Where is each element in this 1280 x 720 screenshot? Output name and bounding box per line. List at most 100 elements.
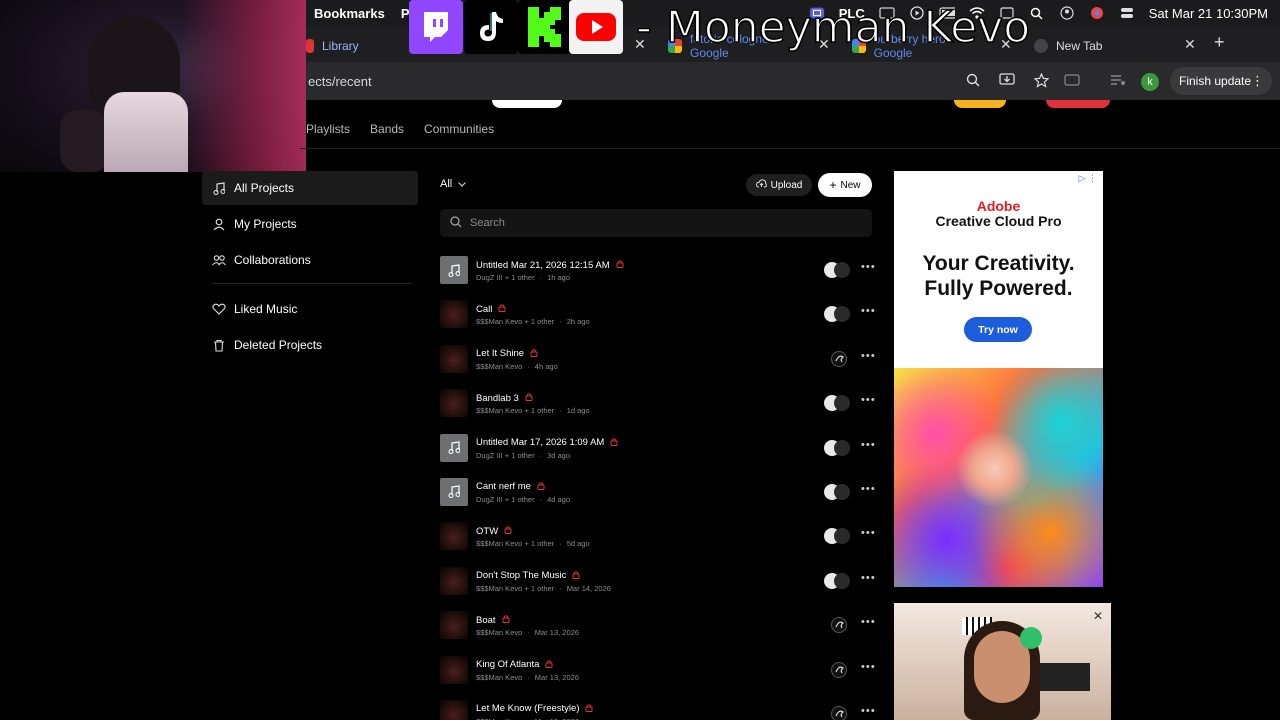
project-row[interactable]: Let It Shine $$$Man Kevo · 4h ago • • • bbox=[440, 344, 880, 389]
more-options-icon[interactable]: • • • bbox=[861, 483, 875, 495]
project-title[interactable]: Let It Shine bbox=[476, 348, 524, 359]
project-row[interactable]: King Of Atlanta $$$Man Kevo · Mar 13, 2026 •… bbox=[440, 655, 880, 700]
project-time: 1h ago bbox=[547, 273, 571, 282]
separator-dot: · bbox=[559, 539, 562, 549]
extension-icon[interactable] bbox=[1064, 73, 1080, 92]
zoom-icon[interactable] bbox=[964, 71, 982, 89]
install-app-icon[interactable] bbox=[998, 71, 1016, 89]
collaborator-avatars[interactable] bbox=[824, 483, 854, 500]
nav-playlists[interactable]: Playlists bbox=[306, 122, 350, 136]
project-time: 1d ago bbox=[566, 406, 590, 416]
project-row[interactable]: Boat $$$Man Kevo · Mar 13, 2026 • • • bbox=[440, 611, 880, 655]
mini-mixer-image bbox=[1040, 663, 1090, 691]
collaborator-avatars[interactable] bbox=[824, 395, 854, 412]
project-title-group: Don't Stop The Music bbox=[476, 570, 580, 582]
more-options-icon[interactable]: • • • bbox=[861, 661, 875, 673]
separator-dot: · bbox=[559, 406, 562, 416]
upload-button[interactable]: Upload bbox=[746, 174, 812, 196]
collaborator-avatars[interactable] bbox=[824, 705, 854, 720]
finish-update-button[interactable]: Finish update ⋮ bbox=[1170, 67, 1272, 95]
new-project-button[interactable]: + New bbox=[818, 173, 872, 197]
address-bar[interactable]: ects/recent bbox=[300, 67, 1050, 95]
sidebar-item-all-projects[interactable]: All Projects bbox=[202, 171, 418, 205]
collaborator-avatars[interactable] bbox=[824, 306, 854, 323]
project-time: Mar 13, 2026 bbox=[534, 628, 579, 638]
nav-bands[interactable]: Bands bbox=[370, 122, 404, 136]
nav-communities[interactable]: Communities bbox=[424, 122, 494, 136]
kebab-menu-icon[interactable]: ⋮ bbox=[1251, 73, 1264, 89]
project-row[interactable]: Untitled Mar 17, 2026 1:09 AM DugZ III + … bbox=[440, 433, 880, 478]
close-icon[interactable]: ✕ bbox=[1093, 609, 1103, 623]
collaborator-avatars[interactable] bbox=[824, 350, 854, 367]
collaborator-avatars[interactable] bbox=[824, 262, 854, 278]
separator-dot: · bbox=[539, 450, 543, 460]
collaborator-avatars[interactable] bbox=[824, 617, 854, 634]
project-title[interactable]: Untitled Mar 21, 2026 12:15 AM bbox=[476, 260, 610, 271]
more-options-icon[interactable]: • • • bbox=[861, 305, 875, 317]
project-row[interactable]: Bandlab 3 $$$Man Kevo + 1 other · 1d ago • •… bbox=[440, 389, 880, 433]
project-title[interactable]: Call bbox=[476, 304, 492, 315]
more-options-icon[interactable]: • • • bbox=[861, 350, 875, 362]
sidebar-item-collaborations[interactable]: Collaborations bbox=[202, 243, 418, 277]
bookmark-star-icon[interactable] bbox=[1032, 71, 1050, 89]
tab-library[interactable]: Library bbox=[306, 32, 416, 60]
project-row[interactable]: Untitled Mar 21, 2026 12:15 AM DugZ III +… bbox=[440, 256, 880, 300]
sidebar-item-liked-music[interactable]: Liked Music bbox=[202, 292, 418, 326]
close-icon[interactable]: ✕ bbox=[1184, 36, 1196, 53]
separator-dot: · bbox=[559, 583, 562, 593]
menu-bookmarks[interactable]: Bookmarks bbox=[314, 6, 385, 21]
project-title[interactable]: Cant nerf me bbox=[476, 481, 531, 492]
project-row[interactable]: Let Me Know (Freestyle)$$$Man Kevo·Mar 1… bbox=[440, 699, 880, 720]
project-row[interactable]: OTW $$$Man Kevo + 1 other · 5d ago • • • bbox=[440, 522, 880, 566]
search-input[interactable] bbox=[470, 217, 850, 229]
more-options-icon[interactable]: • • • bbox=[861, 394, 875, 406]
new-tab-plus-icon[interactable]: + bbox=[1214, 32, 1225, 53]
collaborator-avatars[interactable] bbox=[824, 661, 854, 678]
collaborator-avatars[interactable] bbox=[824, 528, 854, 545]
spotlight-search-icon[interactable] bbox=[1029, 5, 1045, 21]
ad-choices-icon[interactable]: ▷ ⋮ bbox=[1079, 173, 1097, 184]
more-options-icon[interactable]: • • • bbox=[861, 705, 875, 717]
project-title[interactable]: Bandlab 3 bbox=[476, 393, 519, 404]
sidebar-item-my-projects[interactable]: My Projects bbox=[202, 207, 418, 241]
avatar bbox=[834, 395, 850, 412]
project-title[interactable]: Don't Stop The Music bbox=[476, 570, 566, 581]
separator-dot: · bbox=[527, 628, 530, 638]
project-meta: $$$Man Kevo + 1 other · 2h ago bbox=[476, 317, 590, 326]
project-title[interactable]: Let Me Know (Freestyle) bbox=[476, 703, 579, 714]
project-title-group: OTW bbox=[476, 525, 512, 537]
more-options-icon[interactable]: • • • bbox=[861, 572, 875, 584]
more-options-icon[interactable]: • • • bbox=[861, 527, 875, 539]
library-sidebar: All Projects My Projects Collaborations … bbox=[202, 171, 418, 364]
lock-icon bbox=[545, 659, 553, 671]
sidebar-item-deleted-projects[interactable]: Deleted Projects bbox=[202, 328, 418, 362]
user-icon[interactable] bbox=[1059, 5, 1075, 21]
project-row[interactable]: Call $$$Man Kevo + 1 other · 2h ago • • • bbox=[440, 300, 880, 344]
project-title[interactable]: King Of Atlanta bbox=[476, 659, 539, 670]
streamer-name-overlay: - Moneyman Kevo bbox=[635, 1, 1031, 54]
chrome-icon[interactable] bbox=[1089, 5, 1105, 21]
project-artwork-image bbox=[440, 389, 468, 418]
profile-avatar[interactable]: k bbox=[1141, 73, 1159, 91]
control-center-icon[interactable] bbox=[1119, 5, 1135, 21]
more-options-icon[interactable]: • • • bbox=[861, 261, 875, 273]
more-options-icon[interactable]: • • • bbox=[861, 439, 875, 451]
collaborator-avatars[interactable] bbox=[824, 572, 854, 589]
project-title[interactable]: OTW bbox=[476, 526, 498, 537]
tab-new-tab[interactable]: New Tab bbox=[1034, 32, 1184, 60]
avatar bbox=[834, 262, 850, 278]
bandlab-avatar-icon bbox=[831, 705, 847, 720]
project-title[interactable]: Untitled Mar 17, 2026 1:09 AM bbox=[476, 437, 604, 448]
project-row[interactable]: Cant nerf me DugZ III + 1 other · 4d ago • •… bbox=[440, 477, 880, 522]
filter-dropdown[interactable]: All bbox=[440, 178, 467, 190]
collaborator-avatars[interactable] bbox=[824, 439, 854, 456]
adobe-ad-banner[interactable]: ▷ ⋮ Adobe Creative Cloud Pro Your Creati… bbox=[894, 171, 1103, 587]
project-row[interactable]: Don't Stop The Music $$$Man Kevo + 1 othe… bbox=[440, 566, 880, 611]
media-icon[interactable] bbox=[1110, 73, 1126, 92]
menubar-clock: Sat Mar 21 10:30PM bbox=[1148, 5, 1268, 21]
ad-try-now-button[interactable]: Try now bbox=[964, 317, 1032, 342]
project-artwork-image bbox=[440, 655, 468, 684]
more-options-icon[interactable]: • • • bbox=[861, 616, 875, 628]
project-title[interactable]: Boat bbox=[476, 615, 496, 626]
video-ad[interactable]: ✕ bbox=[894, 603, 1111, 720]
